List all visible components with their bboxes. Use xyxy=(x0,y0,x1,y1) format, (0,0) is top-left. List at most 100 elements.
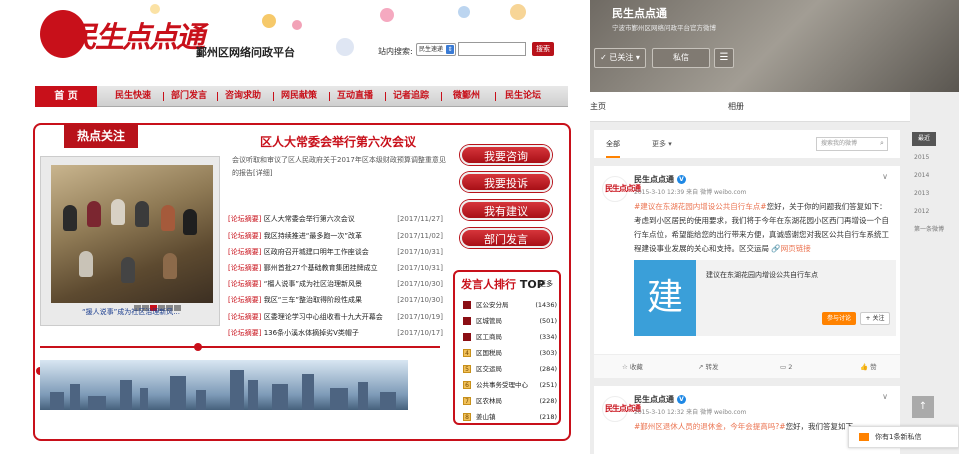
year-item[interactable]: 2014 xyxy=(914,172,929,179)
city-skyline-banner[interactable] xyxy=(40,360,408,410)
news-title[interactable]: 136条小溪水体摘掉劣V类帽子 xyxy=(264,329,359,337)
post-web-link[interactable]: 🔗网页链接 xyxy=(771,244,810,253)
chevron-down-icon[interactable]: ∨ xyxy=(882,392,888,401)
tab-home[interactable]: 主页 xyxy=(590,92,610,122)
nav-home[interactable]: 首 页 xyxy=(35,86,97,107)
ranking-row[interactable]: 6 公共事务受理中心 (251) xyxy=(463,379,557,392)
nav-item-bumen-fayan[interactable]: 部门发言 xyxy=(171,86,207,107)
post-meta[interactable]: 2015-3-10 12:39 来自 微博 weibo.com xyxy=(634,187,746,196)
decor-dot xyxy=(262,14,276,28)
nav-item-jizhe-zhuizong[interactable]: 记者追踪 xyxy=(393,86,429,107)
news-item[interactable]: [论坛摘要] 136条小溪水体摘掉劣V类帽子 [2017/10/17] xyxy=(228,326,443,340)
follow-topic-button[interactable]: + 关注 xyxy=(860,312,890,325)
nav-item-minsheng-luntan[interactable]: 民生论坛 xyxy=(505,86,541,107)
news-photo[interactable] xyxy=(51,165,213,303)
post-hashtag[interactable]: #建议在东湖花园内增设公共自行车点# xyxy=(634,202,767,211)
suggest-button[interactable]: 我有建议 xyxy=(460,200,552,220)
rank-name[interactable]: 区公安分局 xyxy=(476,299,509,312)
back-to-top-button[interactable]: ↑ xyxy=(912,396,934,418)
following-button[interactable]: ✓ 已关注 ▾ xyxy=(594,48,646,68)
nav-item-minsheng-kuaisu[interactable]: 民生快速 xyxy=(115,86,151,107)
rank-name[interactable]: 姜山镇 xyxy=(476,411,496,424)
filter-all[interactable]: 全部 xyxy=(606,130,620,158)
news-title[interactable]: 区委理论学习中心组收看十九大开幕会 xyxy=(264,313,383,321)
nav-item-wei-yinzhou[interactable]: 微鄞州 xyxy=(453,86,480,107)
like-button[interactable]: 👍 赞 xyxy=(860,355,877,379)
search-category-select[interactable]: 民生速递 ⇕ xyxy=(416,43,456,56)
news-title[interactable]: 区政府召开城建口明年工作座谈会 xyxy=(264,248,369,256)
comment-button[interactable]: ▭ 2 xyxy=(780,355,792,379)
topic-card-title[interactable]: 建议在东湖花园内增设公共自行车点 xyxy=(706,270,818,280)
photo-figure xyxy=(87,201,101,227)
nav-item-hudong-zhibo[interactable]: 互动直播 xyxy=(337,86,373,107)
post-hashtag[interactable]: #鄞州区退休人员的退休金，今年会提高吗?# xyxy=(634,422,786,431)
private-message-button[interactable]: 私信 xyxy=(652,48,710,68)
year-first-post[interactable]: 第一条微博 xyxy=(914,224,944,233)
rank-name[interactable]: 区国税局 xyxy=(476,347,502,360)
favorite-button[interactable]: ☆ 收藏 xyxy=(622,355,643,379)
ranking-row[interactable]: 7 区农林局 (228) xyxy=(463,395,557,408)
news-title[interactable]: 区人大常委会举行第六次会议 xyxy=(264,215,355,223)
rank-name[interactable]: 区交运局 xyxy=(476,363,502,376)
avatar[interactable]: 民生点点通 xyxy=(602,176,641,202)
join-discussion-button[interactable]: 参与讨论 xyxy=(822,312,856,325)
ranking-row[interactable]: 4 区国税局 (303) xyxy=(463,347,557,360)
repost-button[interactable]: ↗ 转发 xyxy=(698,355,719,379)
rank-name[interactable]: 公共事务受理中心 xyxy=(476,379,528,392)
post-meta[interactable]: 2015-3-10 12:32 来自 微博 weibo.com xyxy=(634,407,746,416)
search-input[interactable] xyxy=(458,42,526,56)
rank-badge: 1 xyxy=(463,301,471,309)
search-icon[interactable]: ⌕ xyxy=(880,139,884,148)
ranking-row[interactable]: 5 区交运局 (284) xyxy=(463,363,557,376)
ranking-row[interactable]: 1 区公安分局 (1436) xyxy=(463,299,557,312)
new-message-toast[interactable]: 你有1条新私信 xyxy=(848,426,959,448)
news-item[interactable]: [论坛摘要] 我区持续推进“最多跑一次”改革 [2017/11/02] xyxy=(228,229,443,243)
news-title[interactable]: 我区“三车”整治取得阶段性成果 xyxy=(264,296,362,304)
filter-more[interactable]: 更多 ▾ xyxy=(652,130,672,158)
post-author[interactable]: 民生点点通 V xyxy=(634,174,686,185)
feed-search-input[interactable]: 搜索我的微博 xyxy=(816,137,888,151)
rank-name[interactable]: 区农林局 xyxy=(476,395,502,408)
ranking-row[interactable]: 2 区城管局 (501) xyxy=(463,315,557,328)
news-item[interactable]: [论坛摘要] 区人大常委会举行第六次会议 [2017/11/27] xyxy=(228,212,443,226)
year-recent[interactable]: 最近 xyxy=(912,132,936,146)
ranking-row[interactable]: 3 区工商局 (334) xyxy=(463,331,557,344)
photo-figure xyxy=(63,205,77,231)
consult-button[interactable]: 我要咨询 xyxy=(460,145,552,165)
year-item[interactable]: 2013 xyxy=(914,190,929,197)
news-item[interactable]: [论坛摘要] “榴人说事”成为社区治理新风景 [2017/10/30] xyxy=(228,277,443,291)
complain-button[interactable]: 我要投诉 xyxy=(460,172,552,192)
news-title[interactable]: 我区持续推进“最多跑一次”改革 xyxy=(264,232,362,240)
nav-item-wangmin-xiance[interactable]: 网民献策 xyxy=(281,86,317,107)
department-speak-button[interactable]: 部门发言 xyxy=(460,228,552,248)
year-item[interactable]: 2015 xyxy=(914,154,929,161)
news-tag: [论坛摘要] xyxy=(228,296,262,304)
news-title[interactable]: 鄞州首批27个基础教育集团挂牌成立 xyxy=(264,264,378,272)
menu-icon[interactable]: ☰ xyxy=(714,48,734,68)
photo-caption[interactable]: “援人说事”成为社区治理新风... xyxy=(41,307,221,317)
news-item[interactable]: [论坛摘要] 我区“三车”整治取得阶段性成果 [2017/10/30] xyxy=(228,293,443,307)
rank-badge: 5 xyxy=(463,365,471,373)
post-author[interactable]: 民生点点通 V xyxy=(634,394,686,405)
tab-album[interactable]: 相册 xyxy=(728,92,744,122)
ranking-more-link[interactable]: 更多 xyxy=(539,279,553,289)
site-logo[interactable]: 民生点点通 xyxy=(40,6,205,68)
chevron-down-icon[interactable]: ∨ xyxy=(882,172,888,181)
news-item[interactable]: [论坛摘要] 区政府召开城建口明年工作座谈会 [2017/10/31] xyxy=(228,245,443,259)
search-button[interactable]: 搜索 xyxy=(532,42,554,56)
news-title[interactable]: “榴人说事”成为社区治理新风景 xyxy=(264,280,362,288)
avatar[interactable]: 民生点点通 xyxy=(602,396,641,422)
topic-card[interactable]: 建 建议在东湖花园内增设公共自行车点 参与讨论 + 关注 xyxy=(634,260,896,336)
rank-name[interactable]: 区工商局 xyxy=(476,331,502,344)
search-label: 站内搜索: xyxy=(378,47,413,56)
nav-item-zixun-qiuzhu[interactable]: 咨询求助 xyxy=(225,86,261,107)
ranking-row[interactable]: 8 姜山镇 (218) xyxy=(463,411,557,424)
news-item[interactable]: [论坛摘要] 鄞州首批27个基础教育集团挂牌成立 [2017/10/31] xyxy=(228,261,443,275)
headline-summary[interactable]: 会议听取和审议了区人民政府关于2017年区本级财政预算调整重意见的报告[详细] xyxy=(232,154,447,180)
year-item[interactable]: 2012 xyxy=(914,208,929,215)
hot-topics-tab[interactable]: 热点关注 xyxy=(64,124,138,148)
headline[interactable]: 区人大常委会举行第六次会议 xyxy=(228,133,448,150)
news-item[interactable]: [论坛摘要] 区委理论学习中心组收看十九大开幕会 [2017/10/19] xyxy=(228,310,443,324)
rank-name[interactable]: 区城管局 xyxy=(476,315,502,328)
photo-slideshow[interactable]: “援人说事”成为社区治理新风... xyxy=(40,156,220,326)
